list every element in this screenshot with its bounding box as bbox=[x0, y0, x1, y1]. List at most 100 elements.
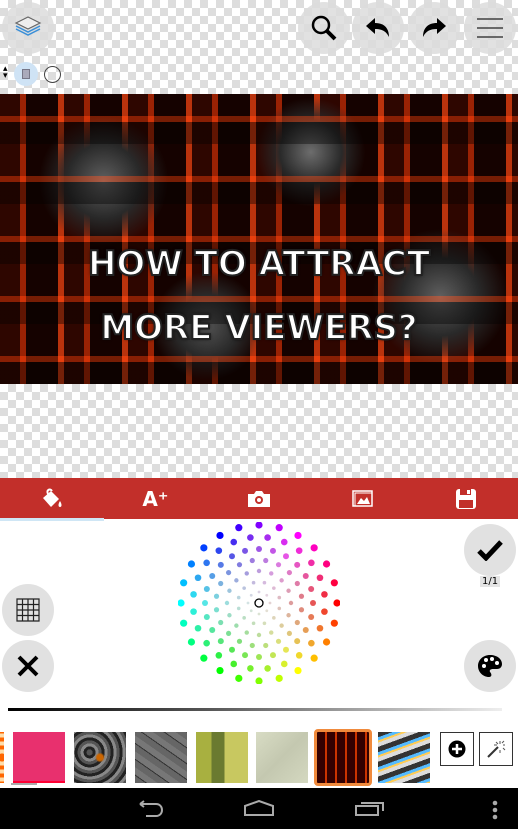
color-dot[interactable] bbox=[264, 534, 271, 541]
color-dot[interactable] bbox=[225, 569, 232, 576]
color-dot[interactable] bbox=[295, 652, 303, 659]
color-dot[interactable] bbox=[321, 608, 328, 615]
color-dot[interactable] bbox=[275, 674, 283, 682]
color-dot[interactable] bbox=[269, 630, 274, 635]
home-icon[interactable] bbox=[243, 800, 275, 816]
color-dot[interactable] bbox=[202, 600, 208, 606]
color-dot[interactable] bbox=[257, 590, 261, 594]
color-dot[interactable] bbox=[294, 666, 302, 675]
color-dot[interactable] bbox=[286, 613, 291, 618]
color-dot[interactable] bbox=[227, 588, 232, 593]
swatch-red-grid-selected[interactable] bbox=[314, 729, 372, 786]
color-selector-marker[interactable] bbox=[254, 598, 264, 608]
tab-save[interactable] bbox=[414, 478, 518, 519]
color-dot[interactable] bbox=[269, 547, 276, 554]
color-dot[interactable] bbox=[194, 624, 202, 632]
color-dot[interactable] bbox=[187, 638, 196, 646]
color-dot[interactable] bbox=[249, 609, 253, 613]
color-dot[interactable] bbox=[203, 613, 210, 620]
color-dot[interactable] bbox=[230, 660, 238, 668]
color-wheel[interactable] bbox=[178, 522, 340, 684]
grid-button[interactable] bbox=[2, 584, 54, 636]
back-icon[interactable] bbox=[134, 800, 164, 818]
color-dot[interactable] bbox=[229, 646, 235, 653]
color-dot[interactable] bbox=[236, 638, 243, 644]
color-dot[interactable] bbox=[333, 599, 340, 607]
color-dot[interactable] bbox=[316, 624, 324, 632]
color-dot[interactable] bbox=[279, 623, 284, 628]
layer-thumbnail[interactable] bbox=[14, 62, 38, 86]
color-dot[interactable] bbox=[302, 627, 309, 633]
color-dot[interactable] bbox=[310, 544, 318, 552]
color-dot[interactable] bbox=[302, 573, 309, 579]
color-dot[interactable] bbox=[262, 580, 267, 585]
color-dot[interactable] bbox=[242, 652, 249, 659]
tab-fill[interactable] bbox=[0, 478, 104, 521]
color-dot[interactable] bbox=[275, 524, 283, 532]
color-dot[interactable] bbox=[256, 654, 262, 660]
swatch-pale-stone[interactable] bbox=[256, 732, 308, 783]
zoom-button[interactable] bbox=[298, 2, 350, 54]
color-dot[interactable] bbox=[215, 652, 223, 659]
layer-visibility-circle[interactable] bbox=[44, 66, 61, 83]
menu-button[interactable] bbox=[464, 2, 516, 54]
color-dot[interactable] bbox=[310, 600, 316, 606]
color-dot[interactable] bbox=[236, 606, 241, 611]
magic-wand-button[interactable] bbox=[479, 732, 513, 766]
color-dot[interactable] bbox=[247, 665, 254, 672]
color-dot[interactable] bbox=[263, 642, 269, 649]
color-dot[interactable] bbox=[308, 559, 315, 567]
swatch-lava-rock[interactable] bbox=[74, 732, 126, 783]
undo-button[interactable] bbox=[352, 2, 404, 54]
color-dot[interactable] bbox=[180, 579, 188, 587]
color-dot[interactable] bbox=[187, 560, 196, 568]
color-dot[interactable] bbox=[224, 600, 230, 606]
color-dot[interactable] bbox=[203, 559, 210, 567]
color-dot[interactable] bbox=[294, 561, 301, 568]
color-dot[interactable] bbox=[280, 660, 288, 668]
color-dot[interactable] bbox=[217, 561, 224, 568]
color-dot[interactable] bbox=[283, 646, 289, 653]
color-dot[interactable] bbox=[280, 538, 288, 546]
color-dot[interactable] bbox=[298, 607, 305, 613]
canvas-image[interactable]: HOW TO ATTRACT MORE VIEWERS? bbox=[0, 94, 518, 384]
color-dot[interactable] bbox=[242, 547, 249, 554]
color-dot[interactable] bbox=[269, 652, 276, 659]
swatch-partial[interactable] bbox=[0, 732, 4, 783]
color-dot[interactable] bbox=[255, 677, 263, 684]
swatch-swirl[interactable] bbox=[378, 732, 430, 783]
tab-image[interactable] bbox=[311, 478, 415, 519]
color-dot[interactable] bbox=[227, 613, 232, 618]
color-dot[interactable] bbox=[255, 522, 263, 529]
color-dot[interactable] bbox=[190, 608, 197, 615]
color-dot[interactable] bbox=[308, 586, 315, 593]
color-dot[interactable] bbox=[209, 573, 216, 579]
color-dot[interactable] bbox=[256, 632, 262, 638]
color-dot[interactable] bbox=[294, 580, 300, 587]
color-dot[interactable] bbox=[249, 593, 253, 597]
color-dot[interactable] bbox=[225, 630, 232, 637]
color-dot[interactable] bbox=[279, 578, 284, 583]
color-dot[interactable] bbox=[216, 531, 224, 540]
color-dot[interactable] bbox=[275, 638, 282, 644]
color-dot[interactable] bbox=[203, 639, 210, 647]
color-dot[interactable] bbox=[180, 619, 188, 627]
color-dot[interactable] bbox=[322, 638, 331, 646]
color-dot[interactable] bbox=[249, 642, 255, 649]
color-dot[interactable] bbox=[200, 544, 208, 552]
color-dot[interactable] bbox=[242, 586, 246, 590]
color-dot[interactable] bbox=[244, 630, 249, 635]
color-dot[interactable] bbox=[264, 665, 271, 672]
color-dot[interactable] bbox=[288, 600, 294, 606]
color-dot[interactable] bbox=[269, 571, 274, 576]
color-dot[interactable] bbox=[298, 593, 305, 599]
color-dot[interactable] bbox=[236, 595, 241, 600]
color-dot[interactable] bbox=[230, 538, 238, 546]
color-dot[interactable] bbox=[286, 569, 293, 576]
layers-button[interactable] bbox=[2, 2, 54, 54]
color-dot[interactable] bbox=[256, 568, 262, 574]
swatch-cracked-earth[interactable] bbox=[135, 732, 187, 783]
color-dot[interactable] bbox=[249, 557, 255, 564]
color-dot[interactable] bbox=[178, 599, 185, 607]
brightness-slider[interactable] bbox=[8, 708, 502, 711]
